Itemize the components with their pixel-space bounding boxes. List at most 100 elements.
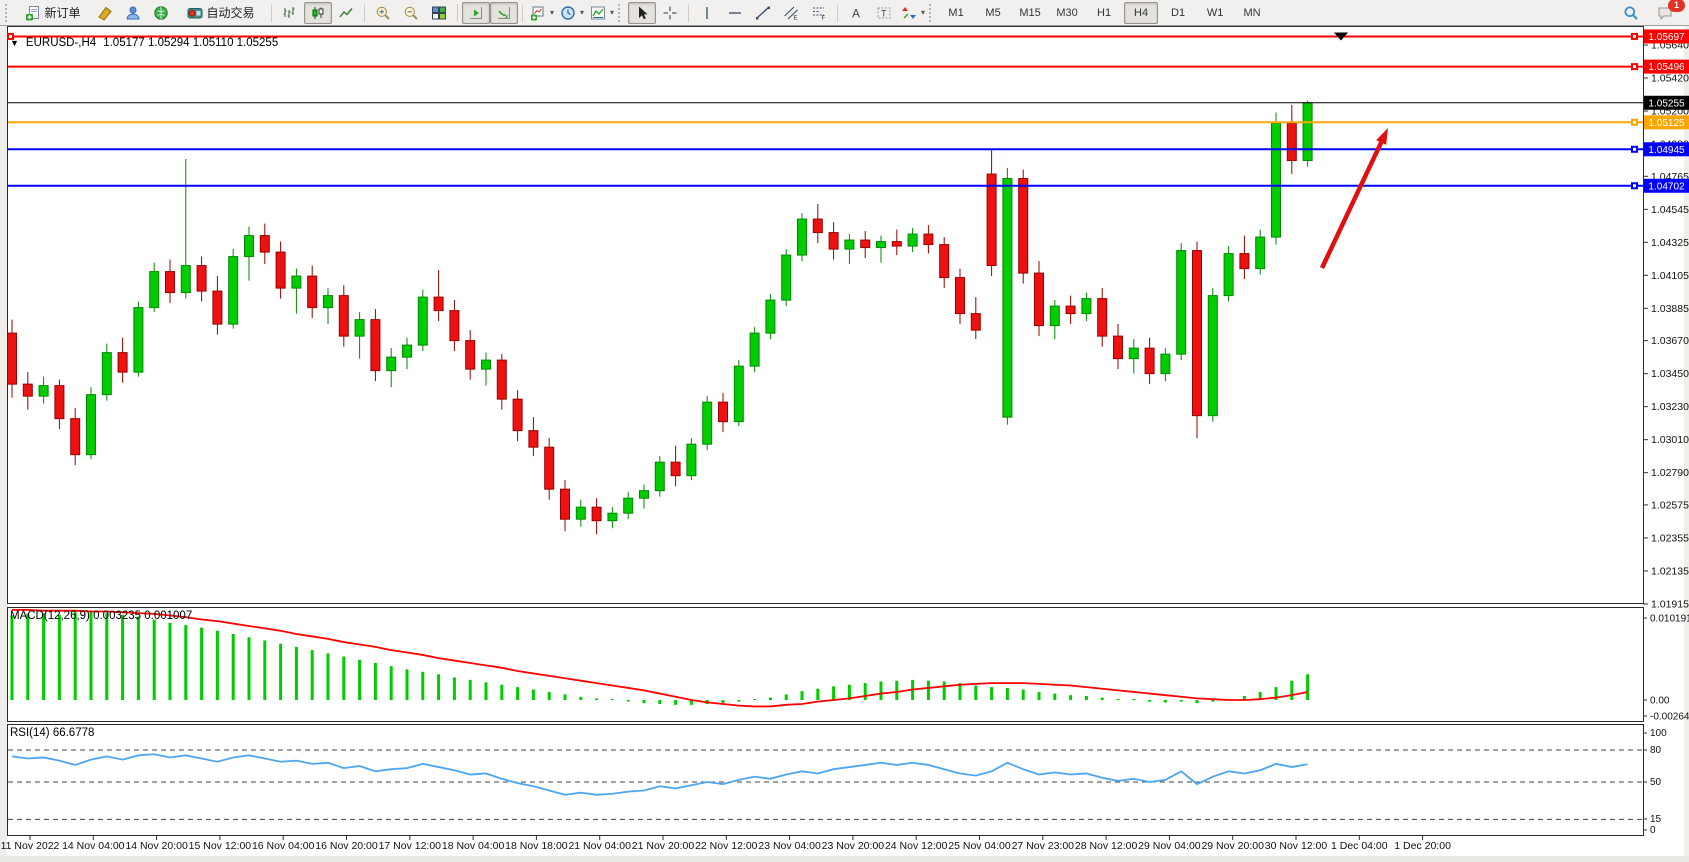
svg-text:1.03230: 1.03230 (1651, 401, 1689, 413)
candlestick-type-button[interactable] (304, 2, 332, 24)
candle (292, 276, 301, 288)
chart-collapse-icon[interactable]: ▼ (10, 38, 19, 48)
candle (1114, 336, 1123, 359)
timeframe-W1[interactable]: W1 (1198, 2, 1232, 24)
candle (8, 333, 17, 384)
candle (308, 276, 317, 308)
macd-panel[interactable] (8, 608, 1644, 722)
tile-windows-button[interactable] (425, 2, 453, 24)
svg-text:1.04945: 1.04945 (1648, 145, 1685, 156)
text-icon: A (848, 5, 864, 21)
line-chart-type-button[interactable] (332, 2, 360, 24)
search-button[interactable] (1617, 2, 1645, 24)
search-icon (1623, 5, 1639, 21)
candle (624, 498, 633, 513)
auto-trading-button[interactable]: 自动交易 (175, 2, 267, 24)
timeframe-M5[interactable]: M5 (976, 2, 1010, 24)
indicators-button[interactable]: ▾ (587, 2, 617, 24)
svg-text:1.05496: 1.05496 (1648, 62, 1685, 73)
candle (782, 255, 791, 300)
candle (576, 507, 585, 519)
candle (813, 219, 822, 233)
metaeditor-icon (97, 5, 113, 21)
timeframe-M30[interactable]: M30 (1050, 2, 1084, 24)
chart-canvas[interactable]: 1.056401.054201.052001.049801.047651.045… (0, 0, 1689, 862)
line-chart-icon (338, 5, 354, 21)
svg-text:25 Nov 04:00: 25 Nov 04:00 (948, 840, 1011, 852)
text-label-button[interactable]: T (870, 2, 898, 24)
toolbar: 新订单 自动交易 (0, 0, 1689, 26)
crosshair-button[interactable] (656, 2, 684, 24)
timeframe-H1[interactable]: H1 (1087, 2, 1121, 24)
svg-text:29 Nov 04:00: 29 Nov 04:00 (1138, 840, 1201, 852)
auto-scroll-icon (496, 5, 512, 21)
svg-text:0.010191: 0.010191 (1650, 614, 1689, 625)
vertical-line-icon (699, 5, 715, 21)
candle (1256, 237, 1265, 269)
candle (150, 272, 159, 308)
vertical-line-button[interactable] (693, 2, 721, 24)
candle (987, 174, 996, 266)
candle (134, 308, 143, 373)
cursor-button[interactable] (628, 2, 656, 24)
svg-text:1.01915: 1.01915 (1651, 598, 1689, 610)
timeframe-D1[interactable]: D1 (1161, 2, 1195, 24)
candle (687, 444, 696, 476)
chart-shift-button[interactable] (462, 2, 490, 24)
candle (703, 402, 712, 444)
candle (750, 333, 759, 366)
candle (924, 234, 933, 245)
fibonacci-button[interactable]: F (805, 2, 833, 24)
zoom-in-button[interactable] (369, 2, 397, 24)
candle (561, 489, 570, 519)
candle (1224, 254, 1233, 296)
svg-text:21 Nov 04:00: 21 Nov 04:00 (568, 840, 631, 852)
candle (1287, 123, 1296, 161)
text-tool-button[interactable]: A (842, 2, 870, 24)
candle (387, 357, 396, 371)
svg-text:22 Nov 12:00: 22 Nov 12:00 (695, 840, 758, 852)
cursor-icon (634, 5, 650, 21)
profile-button[interactable] (119, 2, 147, 24)
candle (1035, 273, 1044, 326)
candle (719, 402, 728, 422)
equidistant-channel-button[interactable]: E (777, 2, 805, 24)
toolbar-grip[interactable] (5, 4, 11, 22)
auto-scroll-button[interactable] (490, 2, 518, 24)
bar-chart-type-button[interactable] (276, 2, 304, 24)
svg-text:0: 0 (1650, 825, 1656, 836)
candle (1098, 299, 1107, 337)
candlestick-icon (310, 5, 326, 21)
new-chart-button[interactable]: ▾ (527, 2, 557, 24)
metaeditor-button[interactable] (91, 2, 119, 24)
horizontal-line-button[interactable] (721, 2, 749, 24)
chart-title[interactable]: ▼ EURUSD-,H4 1.05177 1.05294 1.05110 1.0… (10, 37, 278, 49)
main-price-panel[interactable] (8, 27, 1644, 604)
candle (324, 296, 333, 308)
svg-text:27 Nov 23:00: 27 Nov 23:00 (1012, 840, 1075, 852)
zoom-out-button[interactable] (397, 2, 425, 24)
timeframe-MN[interactable]: MN (1235, 2, 1269, 24)
candle (655, 462, 664, 491)
svg-text:80: 80 (1650, 745, 1662, 756)
candle (545, 447, 554, 489)
periods-button[interactable]: ▾ (557, 2, 587, 24)
candle (1082, 299, 1091, 314)
svg-text:28 Nov 12:00: 28 Nov 12:00 (1075, 840, 1138, 852)
candle (1303, 103, 1312, 161)
notifications-button[interactable]: 1 (1651, 2, 1679, 24)
candle (276, 252, 285, 288)
candle (181, 266, 190, 293)
timeframe-M15[interactable]: M15 (1013, 2, 1047, 24)
timeframe-group: M1M5M15M30H1H4D1W1MN (939, 2, 1269, 24)
trendline-button[interactable] (749, 2, 777, 24)
signals-button[interactable] (147, 2, 175, 24)
timeframe-M1[interactable]: M1 (939, 2, 973, 24)
arrows-tool-button[interactable]: ▾ (898, 2, 928, 24)
svg-text:14 Nov 20:00: 14 Nov 20:00 (125, 840, 188, 852)
candle (102, 353, 111, 395)
new-order-button[interactable]: 新订单 (15, 2, 91, 24)
candle (260, 236, 269, 253)
bar-chart-icon (282, 5, 298, 21)
timeframe-H4[interactable]: H4 (1124, 2, 1158, 24)
